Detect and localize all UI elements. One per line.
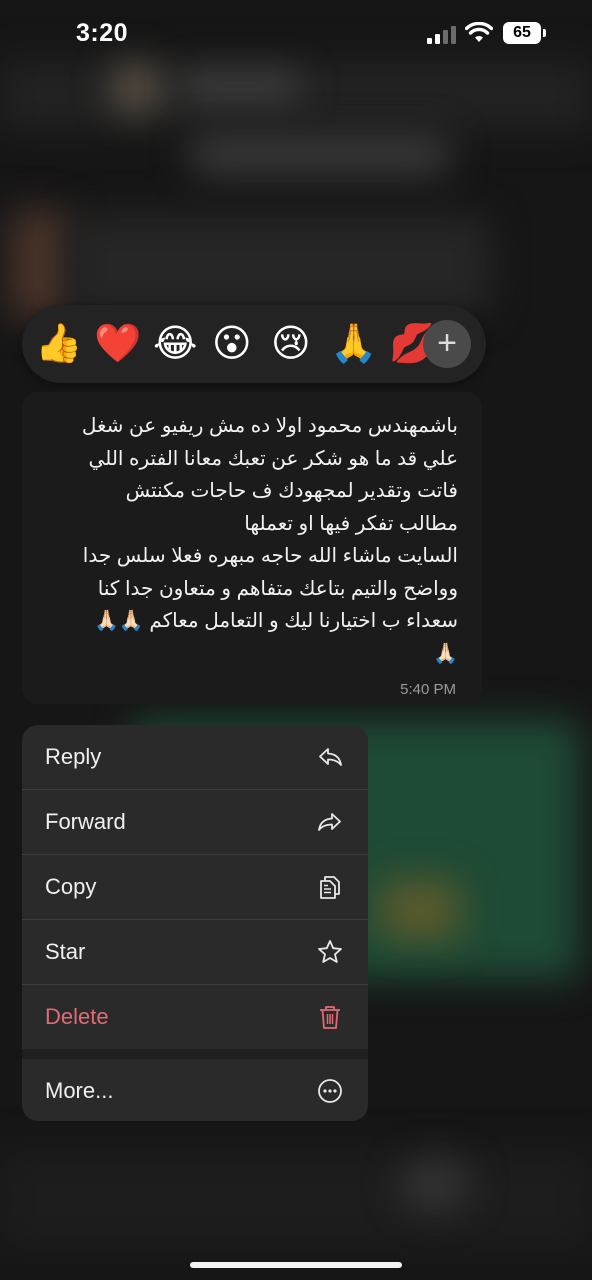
menu-item-label: Reply [45, 744, 102, 769]
cellular-signal-icon [427, 24, 457, 44]
more-icon [318, 1079, 342, 1103]
status-time: 3:20 [76, 19, 129, 47]
menu-item-star[interactable]: Star [22, 920, 368, 984]
status-bar: 3:20 65 [0, 0, 592, 70]
home-indicator[interactable] [190, 1262, 402, 1268]
reply-icon [319, 748, 342, 766]
reaction-heart[interactable]: ❤️ [94, 322, 141, 366]
reaction-crying[interactable]: 😢 [271, 322, 311, 366]
trash-icon [320, 1006, 340, 1029]
reaction-surprised[interactable]: 😮 [212, 322, 252, 366]
menu-item-label: Copy [45, 874, 97, 899]
reaction-laughing[interactable]: 😂 [153, 322, 197, 366]
menu-item-label: Star [45, 939, 86, 964]
wifi-icon [465, 22, 493, 42]
battery-icon: 65 [503, 22, 546, 44]
menu-item-copy[interactable]: Copy [22, 855, 368, 919]
context-menu: Reply Forward Copy Star Delete More... [22, 725, 368, 1121]
forward-icon [318, 813, 341, 831]
menu-item-label: Delete [45, 1004, 109, 1029]
add-reaction-button[interactable]: + [423, 320, 471, 368]
reaction-pray[interactable]: 🙏 [330, 322, 377, 366]
menu-item-forward[interactable]: Forward [22, 790, 368, 854]
copy-icon [320, 876, 340, 899]
message-bubble: باشمهندس محمود اولا ده مش ريفيو عن شغل ع… [22, 392, 482, 704]
menu-item-label: Forward [45, 809, 126, 834]
menu-item-label: More... [45, 1078, 114, 1103]
menu-item-reply[interactable]: Reply [22, 725, 368, 789]
reaction-thumbs-up[interactable]: 👍 [35, 322, 82, 366]
menu-item-more[interactable]: More... [22, 1059, 368, 1121]
menu-item-delete[interactable]: Delete [22, 985, 368, 1049]
star-icon [318, 940, 342, 963]
reaction-picker: 👍 ❤️ 😂 😮 😢 🙏 💋 + [22, 305, 486, 383]
message-text: باشمهندس محمود اولا ده مش ريفيو عن شغل ع… [81, 415, 458, 665]
message-timestamp: 5:40 PM [400, 681, 456, 698]
